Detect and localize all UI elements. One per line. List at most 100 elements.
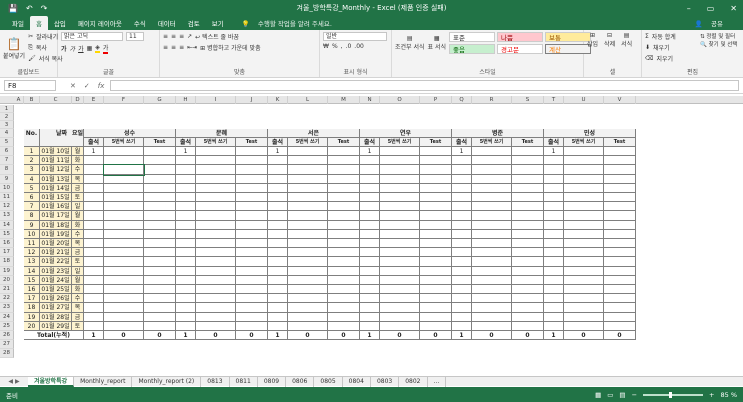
data-cell[interactable] bbox=[420, 165, 452, 175]
data-cell[interactable] bbox=[380, 147, 420, 157]
data-cell[interactable] bbox=[268, 202, 288, 212]
decrease-decimal-icon[interactable]: .00 bbox=[354, 43, 364, 50]
data-cell[interactable] bbox=[196, 165, 236, 175]
data-cell[interactable] bbox=[104, 312, 144, 322]
data-cell[interactable] bbox=[564, 183, 604, 193]
column-header[interactable]: Q bbox=[452, 96, 472, 104]
data-cell[interactable] bbox=[544, 174, 564, 184]
data-cell[interactable] bbox=[420, 248, 452, 258]
ribbon-tab-1[interactable]: 홈 bbox=[29, 16, 48, 30]
cancel-icon[interactable]: ✕ bbox=[70, 82, 76, 90]
row-header[interactable]: 18 bbox=[0, 257, 14, 267]
data-cell[interactable] bbox=[144, 303, 176, 313]
data-cell[interactable] bbox=[420, 147, 452, 157]
data-cell[interactable] bbox=[472, 156, 512, 166]
align-right-icon[interactable]: ≡ bbox=[179, 44, 184, 51]
data-cell[interactable] bbox=[512, 275, 544, 285]
data-cell[interactable] bbox=[268, 220, 288, 230]
data-cell[interactable] bbox=[512, 248, 544, 258]
align-bottom-icon[interactable]: ≡ bbox=[179, 33, 184, 40]
data-cell[interactable] bbox=[604, 165, 636, 175]
data-cell[interactable] bbox=[420, 275, 452, 285]
paste-button[interactable]: 📋 붙여넣기 bbox=[3, 37, 25, 60]
merge-center-button[interactable]: ⊞ 병합하고 가운데 맞춤 bbox=[200, 43, 260, 52]
data-cell[interactable]: 1 bbox=[360, 147, 380, 157]
align-left-icon[interactable]: ≡ bbox=[163, 44, 168, 51]
data-cell[interactable] bbox=[104, 147, 144, 157]
data-cell[interactable] bbox=[236, 220, 268, 230]
column-header[interactable]: V bbox=[604, 96, 636, 104]
data-cell[interactable] bbox=[420, 303, 452, 313]
data-cell[interactable] bbox=[472, 239, 512, 249]
column-header[interactable]: P bbox=[420, 96, 452, 104]
data-cell[interactable] bbox=[512, 257, 544, 267]
data-cell[interactable] bbox=[288, 294, 328, 304]
data-cell[interactable] bbox=[564, 239, 604, 249]
column-header[interactable]: D bbox=[72, 96, 84, 104]
data-cell[interactable] bbox=[196, 294, 236, 304]
data-cell[interactable] bbox=[544, 303, 564, 313]
data-cell[interactable] bbox=[236, 266, 268, 276]
row-header[interactable]: 8 bbox=[0, 165, 14, 175]
row-header[interactable]: 3 bbox=[0, 121, 14, 129]
data-cell[interactable] bbox=[564, 312, 604, 322]
data-cell[interactable] bbox=[544, 266, 564, 276]
align-middle-icon[interactable]: ≡ bbox=[171, 33, 176, 40]
data-cell[interactable] bbox=[144, 275, 176, 285]
data-cell[interactable] bbox=[104, 193, 144, 203]
data-cell[interactable] bbox=[360, 312, 380, 322]
data-cell[interactable] bbox=[268, 294, 288, 304]
data-cell[interactable] bbox=[544, 321, 564, 331]
sheet-tab[interactable]: Monthly_report bbox=[74, 376, 133, 387]
data-cell[interactable] bbox=[288, 248, 328, 258]
data-cell[interactable] bbox=[176, 193, 196, 203]
ribbon-tab-2[interactable]: 삽입 bbox=[48, 16, 72, 30]
data-cell[interactable] bbox=[268, 266, 288, 276]
row-header[interactable]: 5 bbox=[0, 138, 14, 147]
data-cell[interactable] bbox=[420, 229, 452, 239]
data-cell[interactable] bbox=[604, 294, 636, 304]
row-header[interactable]: 14 bbox=[0, 220, 14, 230]
data-cell[interactable] bbox=[380, 321, 420, 331]
data-cell[interactable] bbox=[144, 202, 176, 212]
column-header[interactable]: K bbox=[268, 96, 288, 104]
sheet-tab[interactable]: 0803 bbox=[371, 376, 400, 387]
data-cell[interactable] bbox=[236, 303, 268, 313]
data-cell[interactable] bbox=[236, 147, 268, 157]
data-cell[interactable] bbox=[420, 156, 452, 166]
data-cell[interactable] bbox=[196, 303, 236, 313]
row-header[interactable]: 21 bbox=[0, 285, 14, 295]
data-cell[interactable] bbox=[236, 312, 268, 322]
data-cell[interactable] bbox=[380, 211, 420, 221]
data-cell[interactable]: 1 bbox=[84, 147, 104, 157]
data-cell[interactable] bbox=[288, 211, 328, 221]
data-cell[interactable] bbox=[564, 147, 604, 157]
close-icon[interactable]: ✕ bbox=[730, 4, 737, 13]
data-cell[interactable] bbox=[288, 257, 328, 267]
data-cell[interactable] bbox=[420, 294, 452, 304]
data-cell[interactable] bbox=[144, 211, 176, 221]
data-cell[interactable] bbox=[288, 174, 328, 184]
data-cell[interactable] bbox=[328, 285, 360, 295]
data-cell[interactable] bbox=[544, 275, 564, 285]
data-cell[interactable] bbox=[472, 183, 512, 193]
data-cell[interactable] bbox=[176, 312, 196, 322]
data-cell[interactable] bbox=[268, 275, 288, 285]
data-cell[interactable] bbox=[512, 321, 544, 331]
data-cell[interactable] bbox=[268, 174, 288, 184]
data-cell[interactable] bbox=[472, 321, 512, 331]
data-cell[interactable] bbox=[604, 266, 636, 276]
border-icon[interactable]: ▦ bbox=[87, 45, 93, 52]
data-cell[interactable] bbox=[288, 229, 328, 239]
minimize-icon[interactable]: – bbox=[687, 4, 691, 13]
column-header[interactable]: T bbox=[544, 96, 564, 104]
data-cell[interactable] bbox=[512, 147, 544, 157]
data-cell[interactable] bbox=[512, 303, 544, 313]
row-header[interactable]: 6 bbox=[0, 147, 14, 157]
font-color-icon[interactable]: 가 bbox=[102, 43, 109, 54]
data-cell[interactable] bbox=[268, 183, 288, 193]
data-cell[interactable] bbox=[176, 220, 196, 230]
column-header[interactable]: F bbox=[104, 96, 144, 104]
data-cell[interactable] bbox=[104, 303, 144, 313]
data-cell[interactable] bbox=[144, 147, 176, 157]
